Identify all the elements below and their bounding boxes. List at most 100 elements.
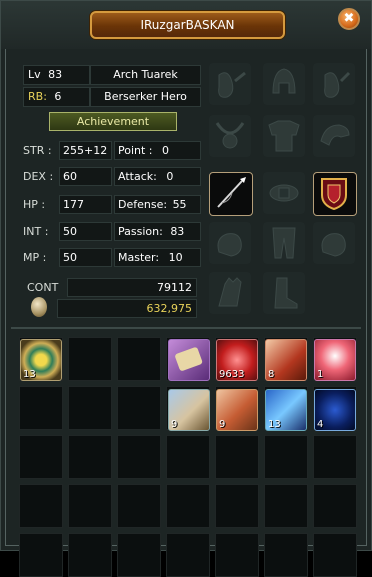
coins-value-text: 632,975 [146,302,193,315]
coins-value: 632,975 [57,299,197,318]
title-bar[interactable]: IRuzgarBASKAN ✖ [1,1,371,49]
slot-weapon[interactable] [209,172,253,216]
dex-value: 60 [59,167,112,186]
inventory-slot[interactable] [264,533,308,577]
character-name: Arch Tuarek [90,65,201,85]
slot-earring-right[interactable] [313,63,355,105]
defense-label: Defense: [118,198,168,211]
slot-earring-left[interactable] [209,63,251,105]
ring-icon [217,233,242,257]
inventory-slot[interactable] [166,484,210,528]
inventory-slot[interactable] [117,337,161,381]
slot-ring-right[interactable] [313,222,355,264]
character-class: Berserker Hero [90,87,201,107]
inventory-slot[interactable] [68,533,112,577]
int-value-text: 50 [63,225,77,238]
slot-gloves[interactable] [209,272,251,314]
achievement-button[interactable]: Achievement [49,112,177,131]
inventory-item-potion-red[interactable]: 9633 [216,339,258,381]
int-value: 50 [59,222,112,241]
necklace-icon [215,122,245,149]
inventory-slot[interactable] [117,484,161,528]
rb-label: RB: [28,90,47,103]
slot-boots[interactable] [263,272,305,314]
item-count: 13 [23,369,36,380]
inventory-slot[interactable] [68,484,112,528]
shield-icon [321,178,347,211]
passion-box: Passion: 83 [114,222,201,241]
point-box: Point : 0 [114,141,201,160]
mp-value-text: 50 [63,251,77,264]
point-value: 0 [162,144,170,157]
master-value: 10 [168,251,183,264]
pauldron-icon [320,124,350,146]
inventory-item-blue-sword[interactable]: 13 [265,389,307,431]
character-class-text: Berserker Hero [104,90,187,103]
master-box: Master: 10 [114,248,201,267]
inventory-slot[interactable] [19,533,63,577]
inventory-slot[interactable] [68,435,112,479]
inventory-slot[interactable] [19,386,63,430]
divider [11,327,361,329]
inventory-slot[interactable] [215,484,259,528]
slot-necklace[interactable] [209,115,251,157]
master-label: Master: [118,251,160,264]
inventory-slot[interactable] [19,484,63,528]
dex-label: DEX : [23,170,54,183]
slot-pauldron[interactable] [313,115,355,157]
level-box: Lv 83 [23,65,90,85]
belt-icon [269,184,299,202]
inventory-item-rune[interactable]: 4 [314,389,356,431]
inventory-slot[interactable] [117,435,161,479]
item-count: 4 [317,419,324,430]
inventory-slot[interactable] [166,533,210,577]
slot-belt[interactable] [263,172,305,214]
armor-icon [268,120,300,152]
inventory-slot[interactable] [166,435,210,479]
inventory-slot[interactable] [313,533,357,577]
inventory-slot[interactable] [19,435,63,479]
inventory-item-scroll-blue[interactable]: 9 [168,389,210,431]
hp-value-text: 177 [63,198,84,211]
inventory-slot[interactable] [313,435,357,479]
cont-label: CONT [27,281,59,294]
str-label: STR : [23,144,52,157]
int-label: INT : [23,225,49,238]
str-value: 255+12 [59,141,112,160]
slot-shield[interactable] [313,172,357,216]
inventory-slot[interactable] [215,533,259,577]
inventory-item-compass[interactable]: 13 [20,339,62,381]
item-count: 13 [268,419,281,430]
boots-icon [274,277,298,309]
dex-value-text: 60 [63,170,77,183]
coin-icon [31,297,47,317]
slot-pants[interactable] [263,222,305,264]
inventory-item-bag[interactable]: 1 [314,339,356,381]
close-button[interactable]: ✖ [338,8,360,30]
slot-armor[interactable] [263,115,305,157]
inventory-slot[interactable] [313,484,357,528]
inventory-slot[interactable] [117,533,161,577]
cont-value: 79112 [67,278,197,297]
rb-value: 6 [54,90,62,103]
defense-value: 55 [172,198,187,211]
scroll-icon [175,347,203,371]
inventory-slot[interactable] [68,386,112,430]
hp-label: HP : [23,198,46,211]
inventory-slot[interactable] [68,337,112,381]
attack-value: 0 [166,170,174,183]
mp-value: 50 [59,248,112,267]
defense-box: Defense: 55 [114,195,201,214]
inventory-item-scroll[interactable] [168,339,210,381]
gloves-icon [218,277,242,307]
slot-ring-left[interactable] [209,222,251,264]
inventory-item-scroll-red[interactable]: 9 [216,389,258,431]
inventory-slot[interactable] [264,435,308,479]
passion-label: Passion: [118,225,163,238]
item-count: 8 [268,369,275,380]
inventory-slot[interactable] [117,386,161,430]
inventory-item-chest[interactable]: 8 [265,339,307,381]
inventory-slot[interactable] [215,435,259,479]
inventory-slot[interactable] [264,484,308,528]
slot-helmet[interactable] [263,63,305,105]
